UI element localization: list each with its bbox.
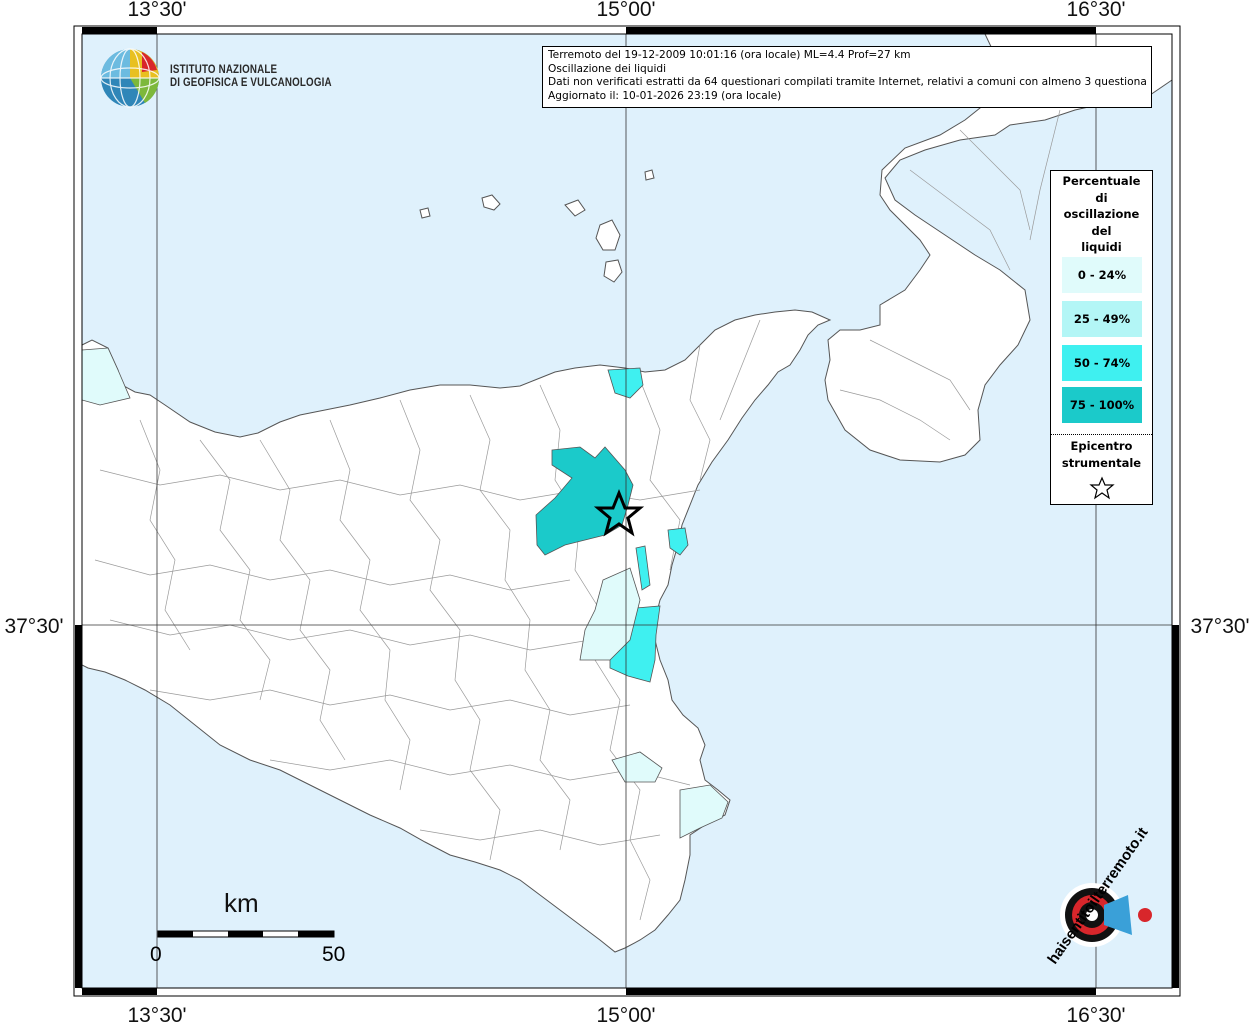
lon-label-bottom-2: 15°00' (596, 1004, 655, 1024)
legend-title: Percentuale di oscillazione del liquidi (1053, 173, 1150, 256)
lon-label-top-2: 15°00' (596, 0, 655, 21)
data-note: Dati non verificati estratti da 64 quest… (548, 76, 1146, 88)
map-canvas: 13°30' 15°00' 16°30' 13°30' 15°00' 16°30… (4, 0, 1249, 1024)
legend-class-50-74: 50 - 74% (1062, 345, 1142, 381)
legend-separator (1051, 434, 1152, 435)
lat-label-right: 37°30' (1190, 615, 1249, 638)
event-title: Terremoto del 19-12-2009 10:01:16 (ora l… (548, 49, 911, 61)
legend-star-icon (1089, 476, 1115, 500)
scale-unit: km (224, 888, 259, 918)
lat-label-left: 37°30' (4, 615, 63, 638)
scale-bar (157, 930, 335, 938)
map-subject: Oscillazione dei liquidi (548, 62, 667, 75)
legend-epicenter-label: Epicentro strumentale (1053, 438, 1150, 471)
globe-icon (100, 48, 160, 108)
event-info-box: Terremoto del 19-12-2009 10:01:16 (ora l… (542, 46, 1152, 108)
update-time: Aggiornato il: 10-01-2026 23:19 (ora loc… (548, 89, 782, 102)
lon-label-bottom-1: 13°30' (127, 1004, 186, 1024)
legend-title-line-3: oscillazione (1063, 207, 1140, 221)
scale-end-label: 50 (322, 943, 346, 966)
legend-epicenter-line-2: strumentale (1061, 455, 1142, 470)
lon-label-top-1: 13°30' (127, 0, 186, 21)
scale-start-label: 0 (150, 943, 162, 966)
lon-label-top-3: 16°30' (1066, 0, 1125, 21)
legend-class-0-24: 0 - 24% (1062, 257, 1142, 293)
institute-name: ISTITUTO NAZIONALE DI GEOFISICA E VULCAN… (170, 64, 332, 90)
legend-epicenter-line-1: Epicentro (1070, 439, 1133, 453)
institute-line-2: DI GEOFISICA E VULCANOLOGIA (170, 77, 332, 89)
legend-class-25-49: 25 - 49% (1062, 301, 1142, 337)
legend-title-line-1: Percentuale (1062, 174, 1141, 188)
legend: Percentuale di oscillazione del liquidi … (1050, 170, 1153, 505)
lon-label-bottom-3: 16°30' (1066, 1004, 1125, 1024)
legend-class-75-100: 75 - 100% (1062, 387, 1142, 423)
institute-line-1: ISTITUTO NAZIONALE (170, 64, 278, 76)
legend-title-line-4: del (1091, 223, 1112, 238)
legend-title-line-5: liquidi (1081, 240, 1122, 254)
legend-title-line-2: di (1095, 190, 1108, 205)
